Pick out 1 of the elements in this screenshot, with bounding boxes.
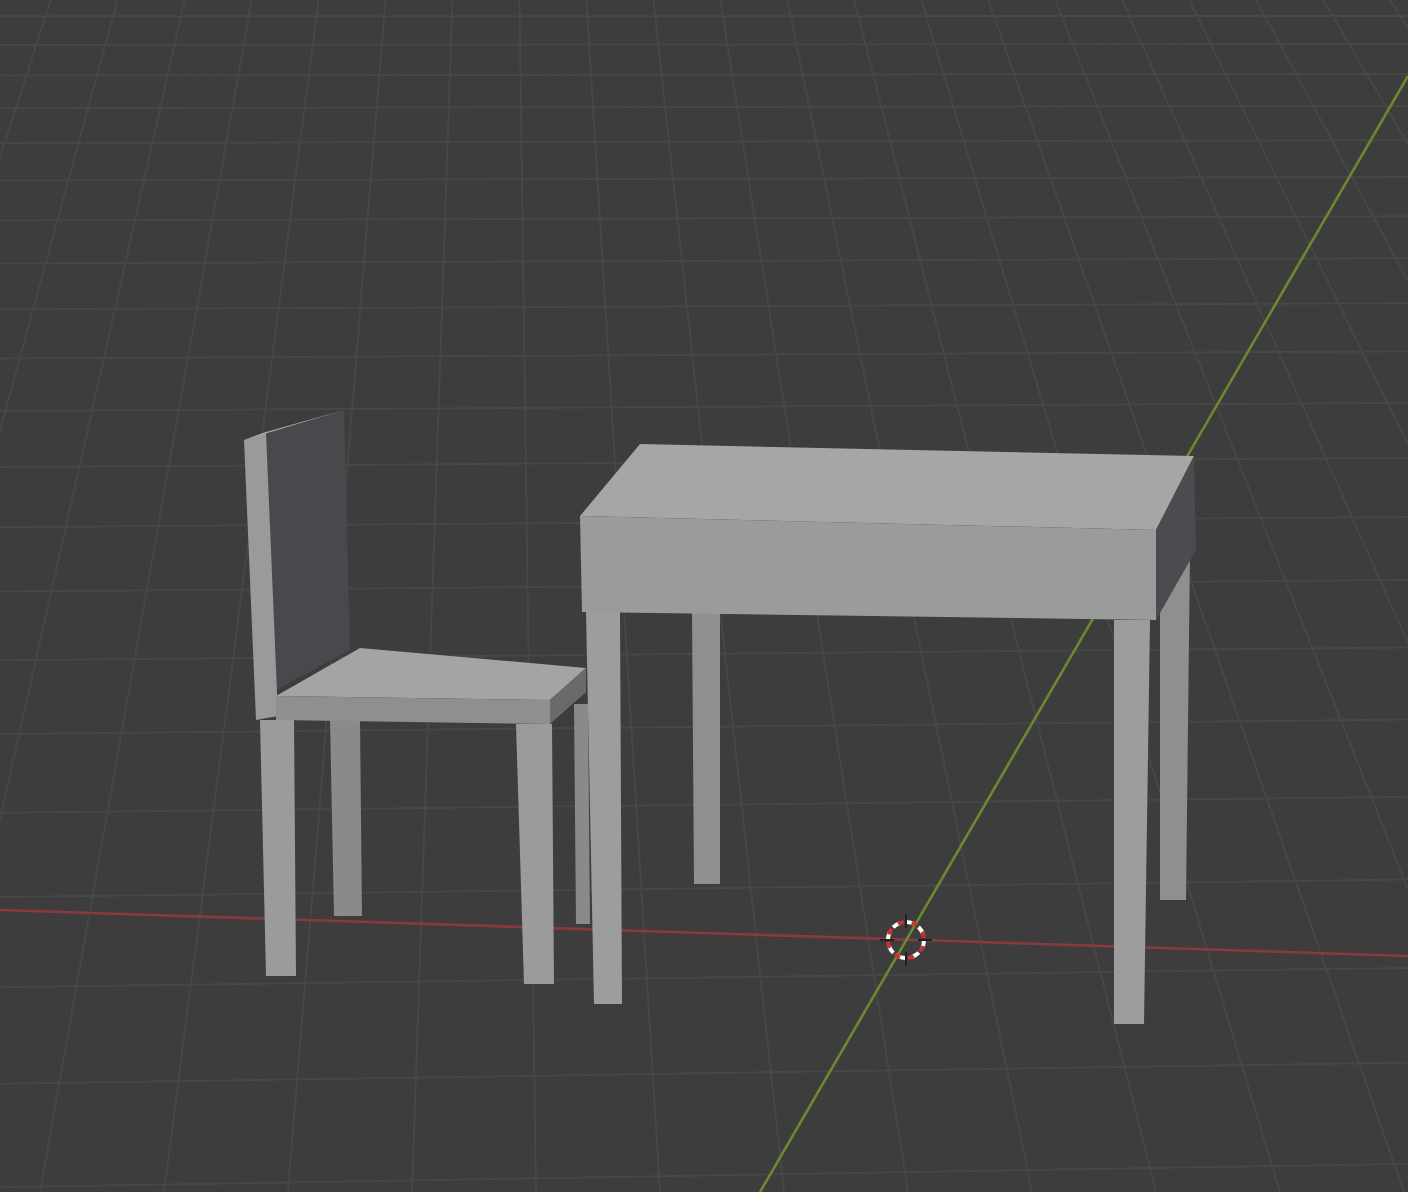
cursor-icon [879,913,933,967]
